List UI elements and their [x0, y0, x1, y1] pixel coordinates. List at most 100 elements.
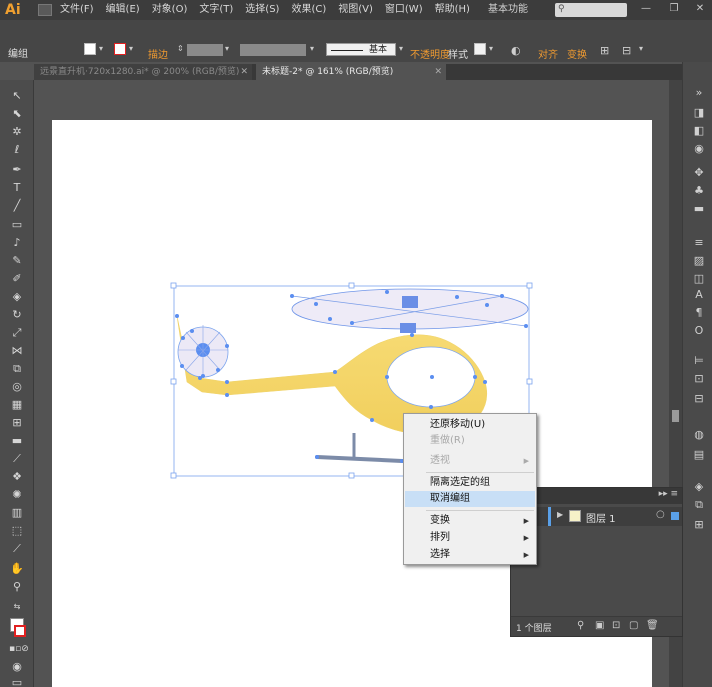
shape-builder-tool-icon[interactable]: ◎ [9, 379, 25, 395]
stroke-label[interactable]: 描边 [148, 46, 168, 61]
brushes-panel-icon[interactable]: ✥ [692, 166, 706, 180]
menu-item-2[interactable]: 对象(O) [146, 0, 194, 20]
hand-tool-icon[interactable]: ✋ [9, 561, 25, 577]
paintbrush-tool-icon[interactable]: ♪ [9, 235, 25, 251]
menu-item-5[interactable]: 效果(C) [285, 0, 332, 20]
style-dropdown-icon[interactable]: ▾ [489, 44, 493, 53]
pen-tool-icon[interactable]: ✒ [9, 162, 25, 178]
pencil-tool-icon[interactable]: ✎ [9, 253, 25, 269]
menu-item-7[interactable]: 窗口(W) [379, 0, 429, 20]
color-guide-icon[interactable]: ◧ [692, 124, 706, 138]
paragraph-panel-icon[interactable]: ¶ [692, 306, 706, 320]
target-icon[interactable]: ○ [656, 509, 665, 520]
stroke-weight-field[interactable] [187, 44, 223, 56]
layers-panel-icon[interactable]: ◈ [692, 480, 706, 494]
symbol-sprayer-tool-icon[interactable]: ✺ [9, 487, 25, 503]
column-graph-tool-icon[interactable]: ▥ [9, 505, 25, 521]
minimize-button[interactable]: — [640, 3, 652, 15]
bridge-button[interactable] [38, 4, 52, 16]
gradient-panel-icon[interactable]: ▨ [692, 254, 706, 268]
perspective-grid-tool-icon[interactable]: ▦ [9, 397, 25, 413]
variable-width-field[interactable] [240, 44, 306, 56]
color-panel-icon[interactable]: ◨ [692, 106, 706, 120]
blend-tool-icon[interactable]: ❖ [9, 469, 25, 485]
menu-item-4[interactable]: 选择(S) [239, 0, 285, 20]
selection-tool-icon[interactable]: ↖ [9, 88, 25, 104]
context-menu-item-7[interactable]: 选择 ▶ [405, 547, 535, 563]
swap-colors-icon[interactable]: ⇆ [9, 599, 25, 615]
symbols-panel-icon[interactable]: ♣ [692, 184, 706, 198]
recolor-icon[interactable]: ◐ [511, 44, 521, 57]
close-icon[interactable]: ✕ [240, 64, 248, 80]
scrollbar-thumb[interactable] [672, 410, 679, 422]
artboards-panel-icon[interactable]: ⧉ [692, 498, 706, 512]
menu-item-8[interactable]: 帮助(H) [429, 0, 476, 20]
links-panel-icon[interactable]: ⊞ [692, 518, 706, 532]
swatches-panel-icon[interactable]: ◉ [692, 142, 706, 156]
opentype-panel-icon[interactable]: O [692, 324, 706, 338]
brush-definition-field[interactable]: 基本 [326, 43, 396, 56]
draw-mode-icon[interactable]: ◉ [9, 659, 25, 675]
transparency-panel-icon[interactable]: ◫ [692, 272, 706, 286]
appearance-panel-icon[interactable]: ◍ [692, 428, 706, 442]
panel-menu-icon[interactable]: ▸▸ ≡ [659, 489, 678, 499]
new-sublayer-icon[interactable]: ⊡ [612, 620, 620, 631]
context-menu-item-6[interactable]: 排列 ▶ [405, 530, 535, 546]
document-tab-1[interactable]: 远景直升机·720x1280.ai* @ 200% (RGB/预览) ✕ [34, 64, 252, 80]
magic-wand-tool-icon[interactable]: ✲ [9, 124, 25, 140]
dock-collapse-icon[interactable]: » [692, 86, 706, 100]
pathfinder-panel-icon[interactable]: ⊟ [692, 392, 706, 406]
artboard-tool-icon[interactable]: ⬚ [9, 523, 25, 539]
direct-selection-tool-icon[interactable]: ⬉ [9, 106, 25, 122]
context-menu-item-3[interactable]: 隔离选定的组 [405, 475, 535, 491]
stroke-swatch[interactable] [114, 43, 126, 55]
context-menu-item-5[interactable]: 变换 ▶ [405, 513, 535, 529]
menu-item-6[interactable]: 视图(V) [332, 0, 379, 20]
clipping-mask-icon[interactable]: ▣ [595, 620, 604, 631]
context-menu-item-4[interactable]: 取消编组 [405, 491, 535, 507]
fill-swatch[interactable] [84, 43, 96, 55]
variable-width-dropdown-icon[interactable]: ▾ [310, 44, 314, 53]
color-mode-icons[interactable]: ▪▫⊘ [9, 641, 29, 657]
blob-brush-tool-icon[interactable]: ✐ [9, 271, 25, 287]
width-tool-icon[interactable]: ⋈ [9, 343, 25, 359]
fill-dropdown-icon[interactable]: ▾ [99, 44, 103, 53]
selection-indicator[interactable] [671, 512, 679, 520]
transform-label[interactable]: 变换 [567, 46, 587, 61]
graphic-style-swatch[interactable] [474, 43, 486, 55]
gradient-tool-icon[interactable]: ▬ [9, 433, 25, 449]
layer-name[interactable]: 图层 1 [586, 510, 616, 525]
stroke-weight-dropdown-icon[interactable]: ▾ [225, 44, 229, 53]
locate-object-icon[interactable]: ⚲ [577, 620, 584, 631]
isolate-group-icon[interactable]: ⊞ [600, 44, 609, 57]
document-tab-2[interactable]: 未标题-2* @ 161% (RGB/预览) ✕ [256, 64, 446, 80]
stroke-weight-stepper[interactable]: ⇕ [177, 44, 184, 53]
panel-menu-dropdown-icon[interactable]: ▾ [639, 44, 643, 53]
close-button[interactable]: ✕ [694, 3, 706, 15]
mesh-tool-icon[interactable]: ⊞ [9, 415, 25, 431]
stroke-dropdown-icon[interactable]: ▾ [129, 44, 133, 53]
expand-arrow-icon[interactable]: ▶ [557, 510, 563, 519]
menu-item-1[interactable]: 编辑(E) [100, 0, 146, 20]
panel-menu-icon[interactable]: ⊟ [622, 44, 631, 57]
restore-button[interactable]: ❐ [668, 3, 680, 15]
scale-tool-icon[interactable]: ⤢ [9, 325, 25, 341]
context-menu-item-2[interactable]: 透视 ▶ [405, 453, 535, 469]
menu-item-0[interactable]: 文件(F) [54, 0, 100, 20]
rotate-tool-icon[interactable]: ↻ [9, 307, 25, 323]
screen-mode-icon[interactable]: ▭ [9, 675, 25, 687]
free-transform-tool-icon[interactable]: ⧉ [9, 361, 25, 377]
line-tool-icon[interactable]: ╱ [9, 198, 25, 214]
stroke-panel-icon[interactable]: ≡ [692, 236, 706, 250]
opacity-label[interactable]: 不透明度 [410, 46, 450, 61]
delete-layer-icon[interactable]: 🗑 [646, 620, 659, 631]
layers-stack-icon[interactable]: ▤ [692, 448, 706, 462]
align-label[interactable]: 对齐 [538, 46, 558, 61]
menu-item-3[interactable]: 文字(T) [193, 0, 239, 20]
context-menu-item-0[interactable]: 还原移动(U) [405, 417, 535, 433]
align-panel-icon[interactable]: ⊨ [692, 354, 706, 368]
workspace-switcher[interactable]: 基本功能 [488, 0, 528, 20]
graphic-styles-icon[interactable]: ▬ [692, 202, 706, 216]
transform-panel-icon[interactable]: ⊡ [692, 372, 706, 386]
zoom-tool-icon[interactable]: ⚲ [9, 579, 25, 595]
